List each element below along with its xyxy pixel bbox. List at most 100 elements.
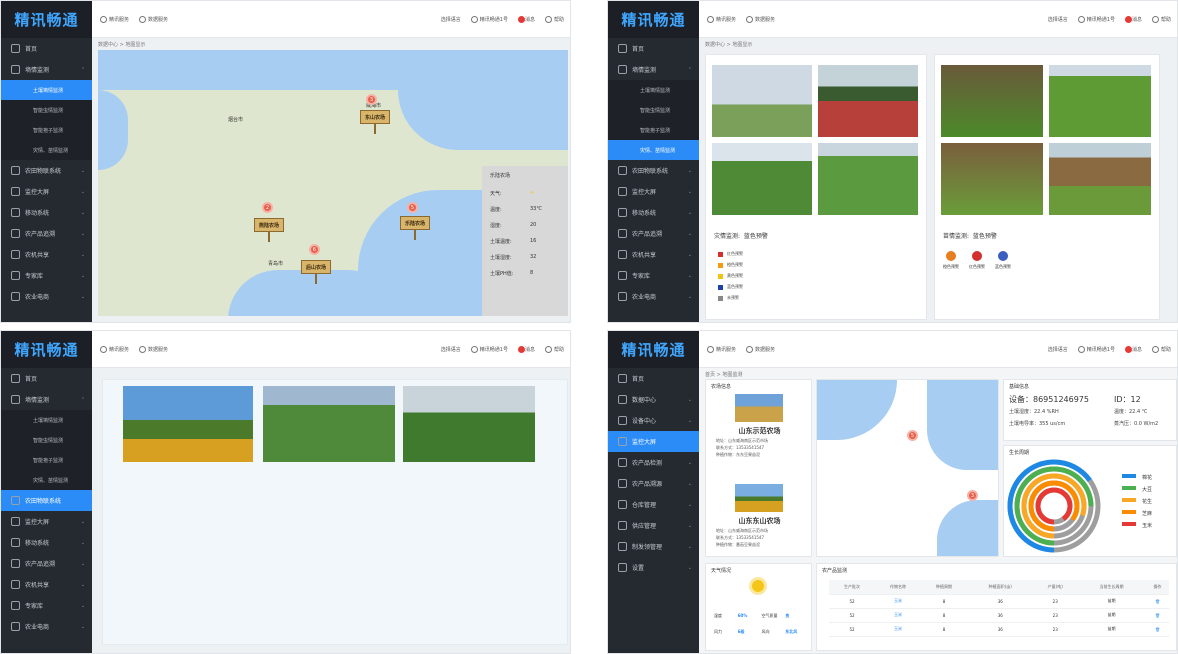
photo-seedling-2[interactable] [1049,65,1151,137]
messages-button[interactable]: 消息 [1124,345,1142,353]
sidebar-item-experts[interactable]: 专家库 ⌄ [1,595,92,616]
sidebar-item-ecommerce[interactable]: 农业电商 ⌄ [1,286,92,307]
user-menu[interactable]: 精讯畅通1号 [1077,345,1115,353]
map-marker-count[interactable]: 5 [907,430,918,441]
photo-seedling-3[interactable] [941,143,1043,215]
sidebar-item-mobile[interactable]: 移动系统 ⌄ [1,202,92,223]
farm-pin[interactable]: 熊陆农场 [254,218,284,242]
tab-data[interactable]: 数据服务 [139,15,168,23]
sidebar-item-screen[interactable]: 监控大屏 ⌄ [1,181,92,202]
photo-seedling-4[interactable] [1049,143,1151,215]
sidebar-item-experts[interactable]: 专家库 ⌄ [608,265,699,286]
help-button[interactable]: 帮助 [544,15,564,23]
tab-data[interactable]: 数据服务 [139,345,168,353]
photo-flower-field[interactable] [818,65,918,137]
messages-button[interactable]: 消息 [517,15,535,23]
sidebar-item-product-check[interactable]: 农产品检测 ⌄ [608,452,699,473]
map-canvas[interactable]: 威海市 烟台市 青岛市 3 东山农场 2 熊陆农场 5 乐陆农场 6 后山农场 … [98,50,568,316]
photo-corn-field-2[interactable] [818,143,918,215]
sidebar-subitem-insect[interactable]: 智能虫情监测 [1,100,92,120]
sidebar-item-ecommerce[interactable]: 农业电商 ⌄ [1,616,92,637]
sidebar-item-screen[interactable]: 监控大屏 ⌄ [1,511,92,532]
sidebar-item-ecommerce[interactable]: 农业电商 ⌄ [608,286,699,307]
sidebar-item-product-trace[interactable]: 农产品溯源 ⌄ [608,473,699,494]
sidebar-subitem-spore[interactable]: 智能孢子监测 [608,120,699,140]
tab-data[interactable]: 数据服务 [746,345,775,353]
video-greenhouse[interactable] [403,386,535,462]
tab-service[interactable]: 精讯服务 [100,345,129,353]
video-tobacco[interactable] [263,386,395,462]
map-marker-count[interactable]: 5 [407,202,418,213]
messages-button[interactable]: 消息 [517,345,535,353]
map-marker-count[interactable]: 3 [967,490,978,501]
language-select[interactable]: 选择语言 [441,16,461,23]
language-select[interactable]: 选择语言 [1048,16,1068,23]
sidebar-subitem-disaster[interactable]: 灾情、苗情监测 [608,140,699,160]
farm-pin[interactable]: 乐陆农场 [400,216,430,240]
help-button[interactable]: 帮助 [544,345,564,353]
sidebar-item-settings[interactable]: 设置 ⌄ [608,557,699,578]
sidebar-item-home[interactable]: 首页 [1,38,92,59]
sidebar-item-screen[interactable]: 监控大屏 ⌄ [608,181,699,202]
sidebar-subitem-spore[interactable]: 智能孢子监测 [1,120,92,140]
sidebar-item-mobile[interactable]: 移动系统 ⌄ [1,532,92,553]
sidebar-item-home[interactable]: 首页 [608,38,699,59]
sidebar-item-data[interactable]: 数据中心 ⌄ [608,389,699,410]
sidebar-item-moisture[interactable]: 墒情监测 ⌃ [1,389,92,410]
language-select[interactable]: 选择语言 [441,346,461,353]
farm-pin[interactable]: 后山农场 [301,260,331,284]
sidebar-item-moisture[interactable]: 墒情监测 ⌃ [1,59,92,80]
dashboard-map[interactable]: 5 3 [816,379,999,557]
tab-service[interactable]: 精讯服务 [100,15,129,23]
sidebar-subitem-insect[interactable]: 智能虫情监测 [608,100,699,120]
delete-icon[interactable]: 🗑 [1155,613,1160,618]
farm-pin[interactable]: 东山农场 [360,110,390,134]
delete-icon[interactable]: 🗑 [1155,599,1160,604]
video-sunflower[interactable] [123,386,253,462]
sidebar-item-screen[interactable]: 监控大屏 [608,431,699,452]
sidebar-item-machinery[interactable]: 农机共享 ⌄ [1,574,92,595]
sidebar-item-machinery[interactable]: 农机共享 ⌄ [1,244,92,265]
map-marker-count[interactable]: 6 [309,244,320,255]
sidebar-subitem-soil[interactable]: 土壤墒情监测 [1,80,92,100]
sidebar-subitem-disaster[interactable]: 灾情、苗情监测 [1,470,92,490]
help-button[interactable]: 帮助 [1151,345,1171,353]
sidebar-item-moisture[interactable]: 墒情监测 ⌃ [608,59,699,80]
farm-photo-1[interactable] [735,394,783,422]
sidebar-item-experts[interactable]: 专家库 ⌄ [1,265,92,286]
user-menu[interactable]: 精讯畅通1号 [470,15,508,23]
sidebar-subitem-soil[interactable]: 土壤墒情监测 [608,80,699,100]
sidebar-item-dispatch[interactable]: 制发领管理 ⌄ [608,536,699,557]
language-select[interactable]: 选择语言 [1048,346,1068,353]
sidebar-subitem-spore[interactable]: 智能孢子监测 [1,450,92,470]
messages-button[interactable]: 消息 [1124,15,1142,23]
user-menu[interactable]: 精讯畅通1号 [1077,15,1115,23]
farm-photo-2[interactable] [735,484,783,512]
sidebar-item-warehouse[interactable]: 仓库管理 ⌄ [608,494,699,515]
sidebar-item-supply[interactable]: 供应管理 ⌄ [608,515,699,536]
help-button[interactable]: 帮助 [1151,15,1171,23]
sidebar-item-mobile[interactable]: 移动系统 ⌄ [608,202,699,223]
tab-data[interactable]: 数据服务 [746,15,775,23]
user-menu[interactable]: 精讯畅通1号 [470,345,508,353]
photo-seedling-1[interactable] [941,65,1043,137]
sidebar-item-trace[interactable]: 农产品追溯 ⌄ [1,553,92,574]
sidebar-item-iot[interactable]: 农田物联系统 ⌄ [608,160,699,181]
sidebar-item-device[interactable]: 设备中心 ⌄ [608,410,699,431]
sidebar-subitem-soil[interactable]: 土壤墒情监测 [1,410,92,430]
map-marker-count[interactable]: 3 [366,94,377,105]
delete-icon[interactable]: 🗑 [1155,627,1160,632]
sidebar-item-machinery[interactable]: 农机共享 ⌄ [608,244,699,265]
sidebar-item-trace[interactable]: 农产品追溯 ⌄ [1,223,92,244]
photo-windmill[interactable] [712,65,812,137]
sidebar-item-iot[interactable]: 农田物联系统 ⌄ [1,160,92,181]
photo-corn-field-1[interactable] [712,143,812,215]
sidebar-item-home[interactable]: 首页 [608,368,699,389]
sidebar-item-trace[interactable]: 农产品追溯 ⌄ [608,223,699,244]
sidebar-subitem-insect[interactable]: 智能虫情监测 [1,430,92,450]
sidebar-subitem-disaster[interactable]: 灾情、苗情监测 [1,140,92,160]
sidebar-item-home[interactable]: 首页 [1,368,92,389]
map-marker-count[interactable]: 2 [262,202,273,213]
tab-service[interactable]: 精讯服务 [707,345,736,353]
tab-service[interactable]: 精讯服务 [707,15,736,23]
